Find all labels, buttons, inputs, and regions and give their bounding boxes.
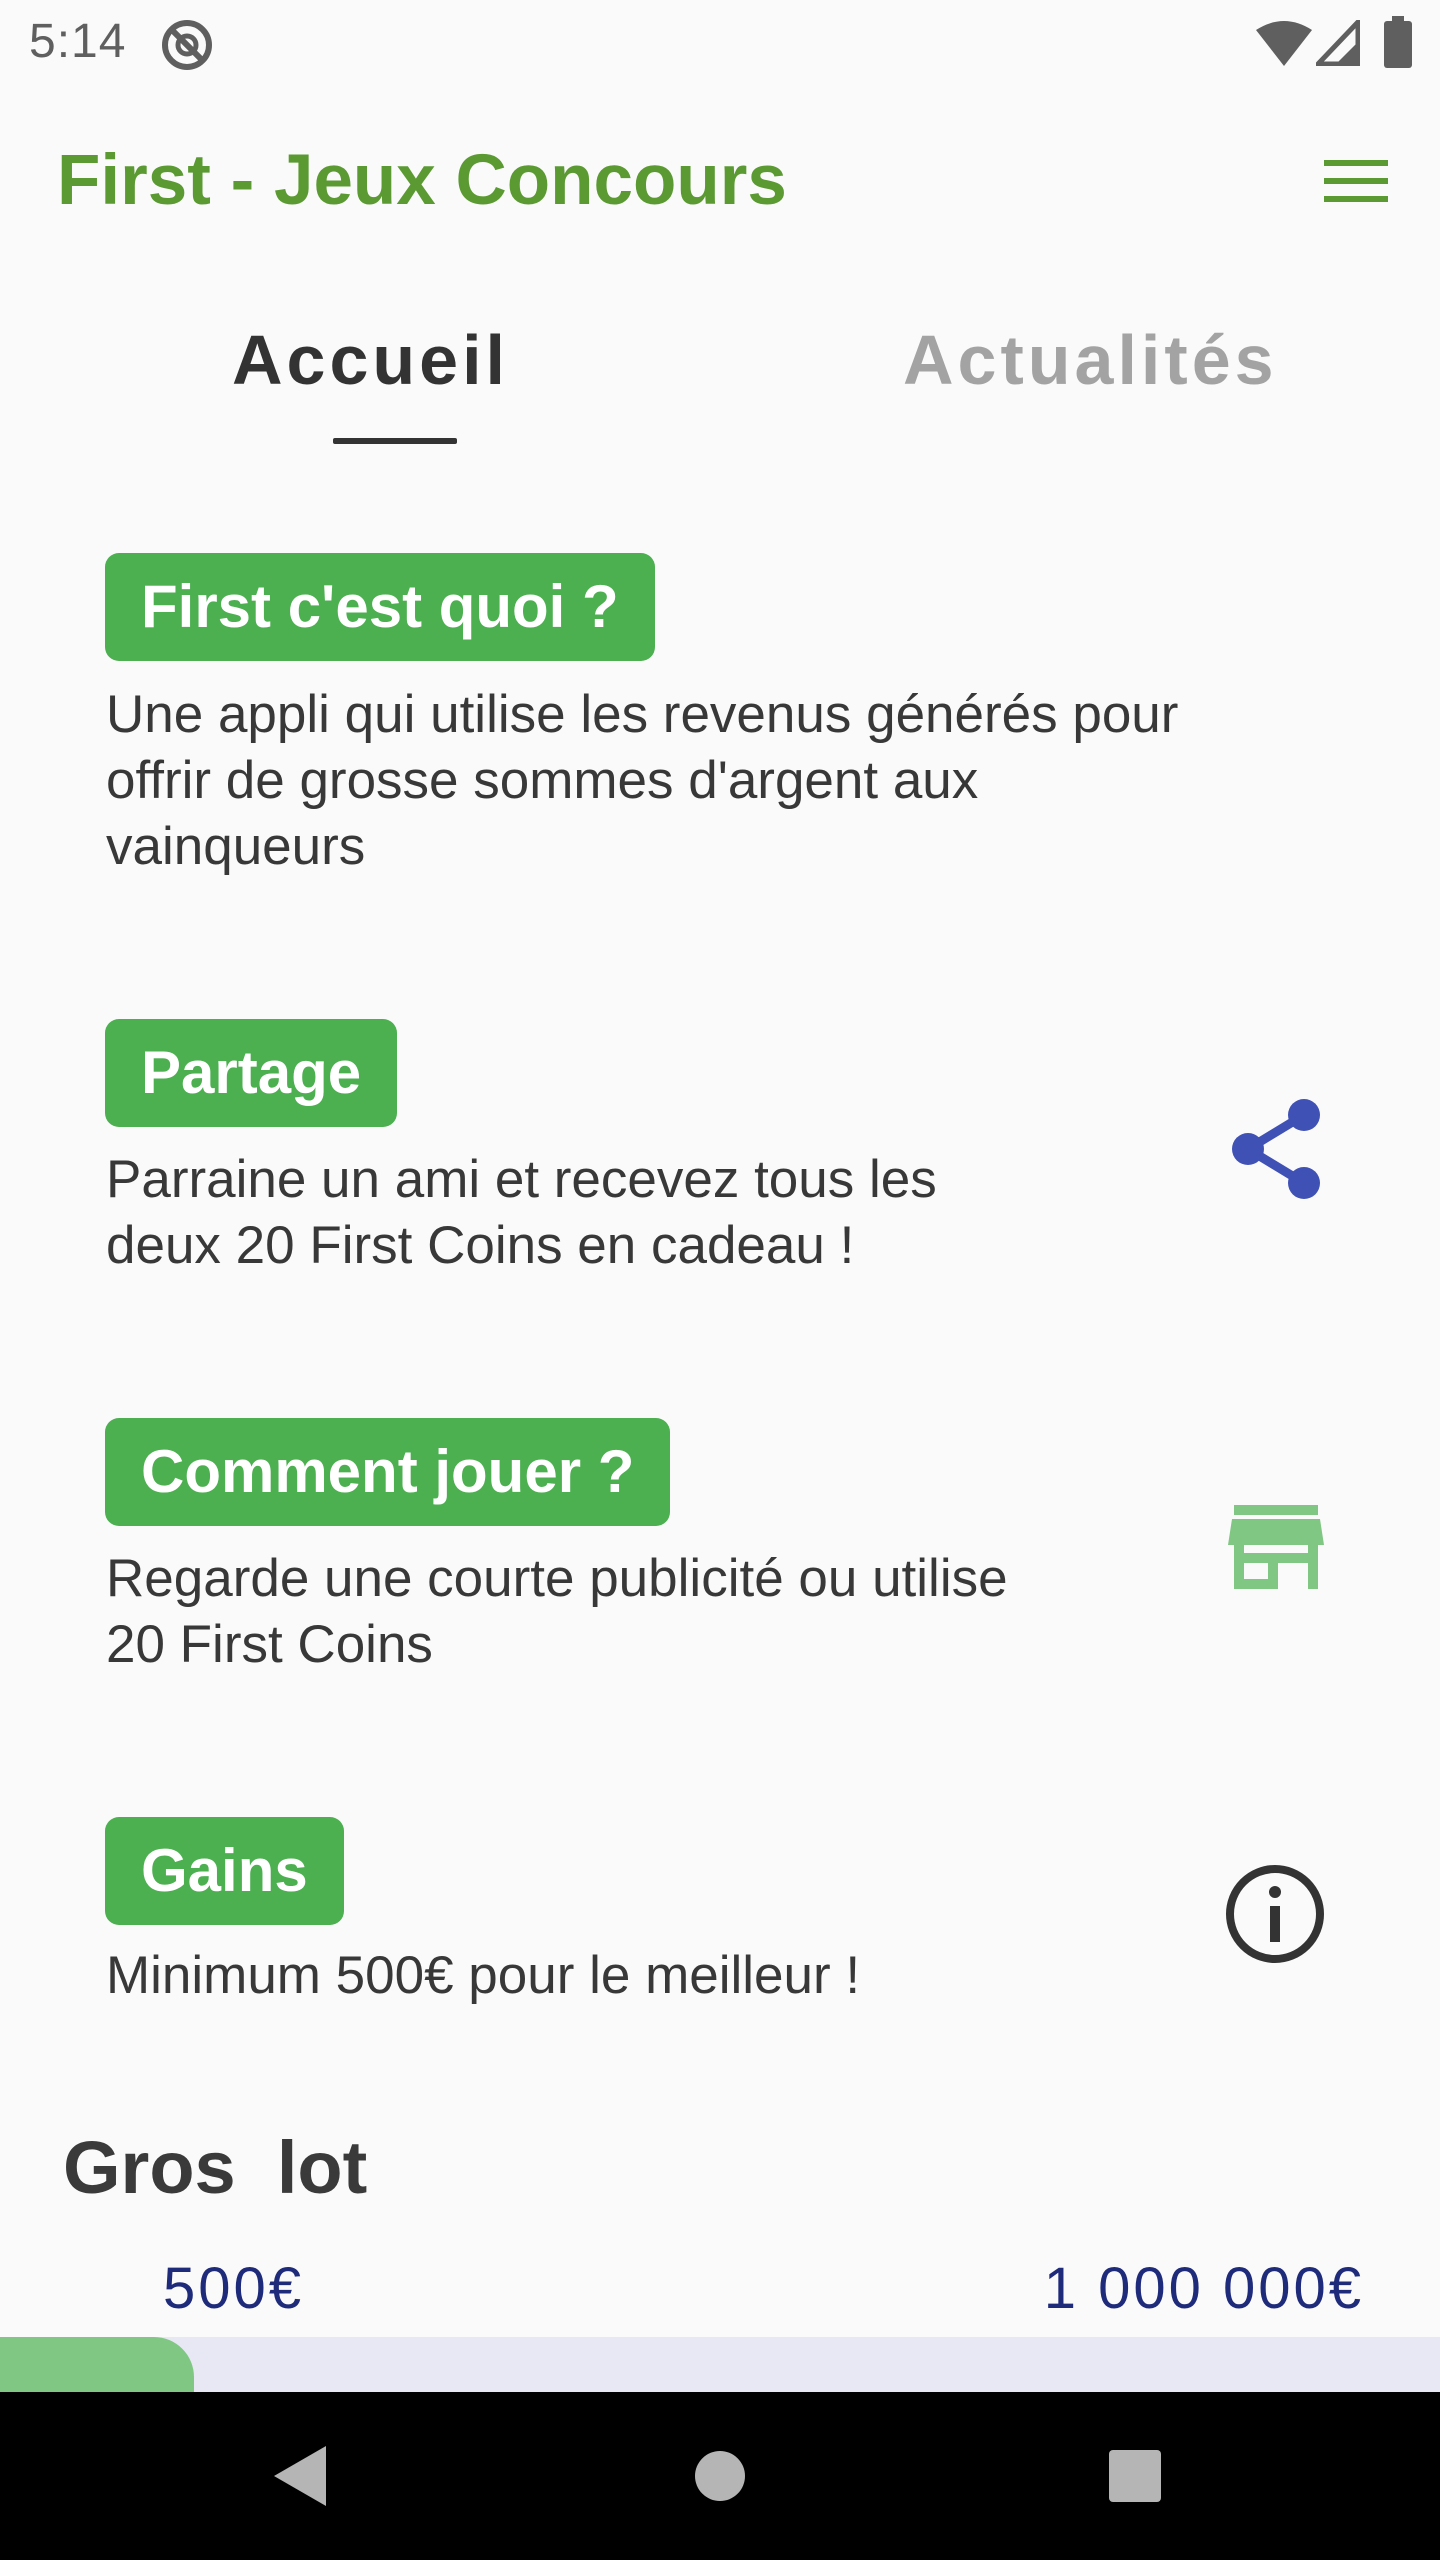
menu-button[interactable]: [1310, 150, 1400, 212]
card-description-comment-jouer: Regarde une courte publicité ou utilise …: [106, 1546, 1008, 1678]
card-description-line: Parraine un ami et recevez tous les: [106, 1150, 937, 1209]
card-description-gains: Minimum 500€ pour le meilleur !: [106, 1943, 860, 2009]
recents-icon[interactable]: [1109, 2450, 1161, 2502]
card-description-line: vainqueurs: [106, 817, 366, 876]
info-button[interactable]: [1223, 1862, 1327, 1971]
jackpot-progress-bar: [0, 2337, 1440, 2392]
jackpot-progress-fill: [0, 2337, 195, 2392]
tab-accueil[interactable]: Accueil: [232, 320, 509, 400]
card-description-line: offrir de grosse sommes d'argent aux: [106, 751, 979, 810]
share-icon: [1232, 1099, 1320, 1199]
share-button[interactable]: [1226, 1096, 1326, 1207]
tab-selected-indicator: [333, 438, 457, 444]
status-bar: 5:14: [0, 0, 1440, 84]
jackpot-max-label: 1 000 000€: [1043, 2256, 1364, 2321]
navigation-bar: [0, 2392, 1440, 2560]
card-title-partage: Partage: [105, 1019, 398, 1127]
status-time: 5:14: [29, 15, 127, 68]
card-title-comment-jouer: Comment jouer ?: [105, 1418, 671, 1526]
battery-icon: [1384, 16, 1412, 68]
do-not-disturb-icon: [162, 20, 212, 70]
store-button[interactable]: [1228, 1505, 1324, 1594]
card-description-partage: Parraine un ami et recevez tous les deux…: [106, 1147, 937, 1279]
card-description-line: Minimum 500€ pour le meilleur !: [106, 1946, 861, 2005]
info-icon: [1226, 1865, 1324, 1963]
card-description-line: 20 First Coins: [106, 1615, 433, 1674]
card-description-first-cest-quoi: Une appli qui utilise les revenus généré…: [106, 682, 1178, 880]
card-title-first-cest-quoi: First c'est quoi ?: [105, 553, 655, 661]
card-title-gains: Gains: [105, 1817, 344, 1925]
cell-signal-icon: [1316, 20, 1360, 66]
card-description-line: Regarde une courte publicité ou utilise: [106, 1549, 1008, 1608]
app-title: First - Jeux Concours: [57, 141, 787, 220]
card-description-line: Une appli qui utilise les revenus généré…: [106, 685, 1179, 744]
wifi-icon: [1256, 21, 1312, 66]
jackpot-title: Gros lot: [63, 2126, 368, 2209]
card-description-line: deux 20 First Coins en cadeau !: [106, 1216, 855, 1275]
home-icon[interactable]: [694, 2450, 746, 2502]
store-icon: [1228, 1505, 1324, 1589]
back-icon[interactable]: [272, 2444, 328, 2508]
hamburger-menu-icon: [1324, 160, 1388, 202]
tab-actualites[interactable]: Actualités: [903, 320, 1278, 400]
jackpot-min-label: 500€: [163, 2256, 305, 2321]
